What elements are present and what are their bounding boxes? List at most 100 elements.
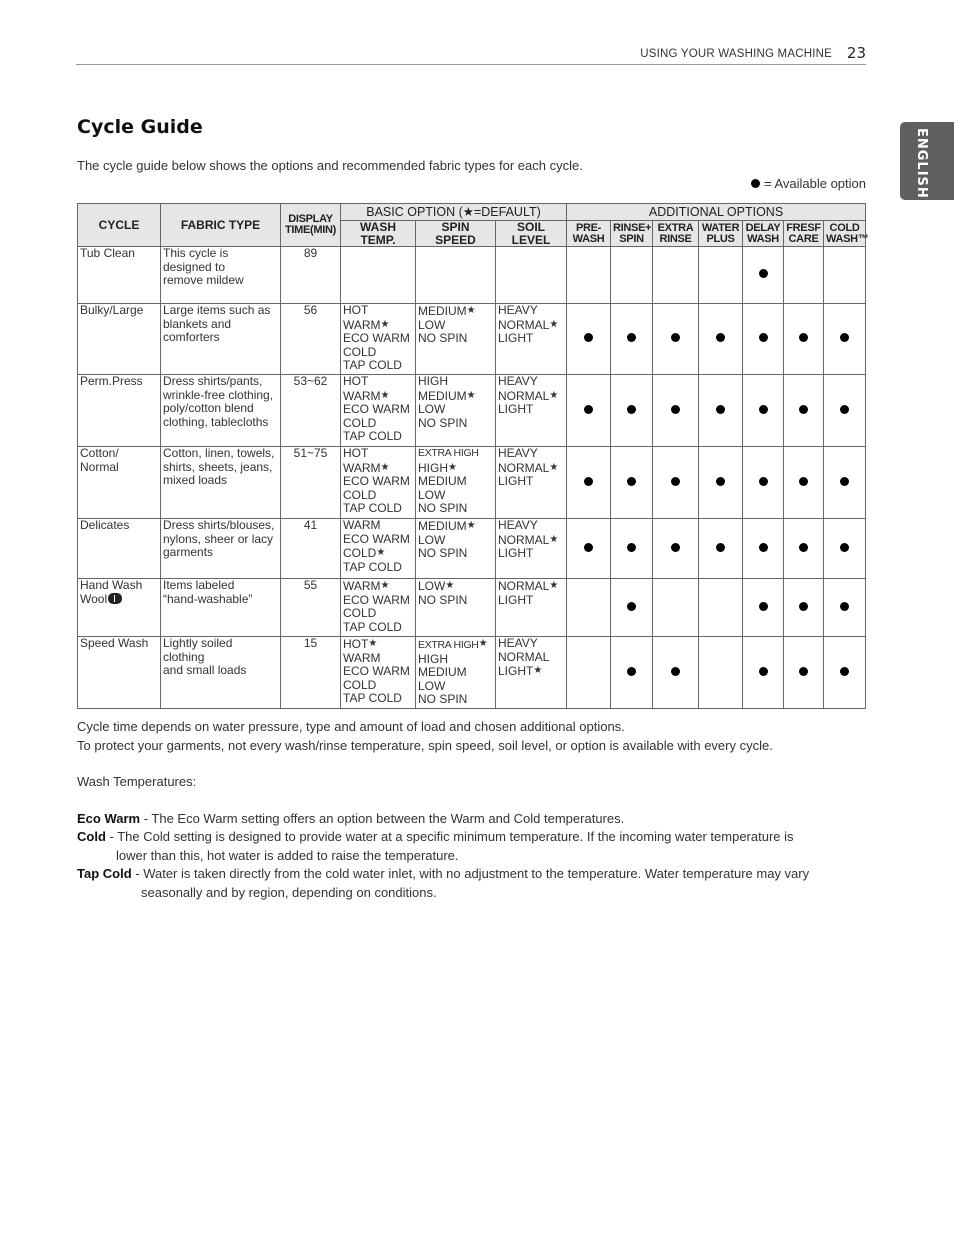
cell-cycle: Speed Wash — [77, 636, 161, 709]
option-value: NORMAL★ — [498, 533, 564, 548]
cell-fabric-type: Large items such as blankets and comforter… — [160, 303, 281, 375]
definition-tap-cold-cont: seasonally and by region, depending on c… — [141, 884, 437, 900]
cell-soil-level: HEAVY NORMAL★ LIGHT — [494, 303, 568, 375]
cell-additional-option — [823, 446, 867, 519]
header-additional-0: PRE- WASH — [566, 220, 612, 247]
cell-additional-option — [566, 374, 612, 447]
cell-spin-speed: EXTRA HIGH HIGH★ MEDIUM LOW NO SPIN — [415, 446, 496, 519]
available-option-dot-icon — [671, 542, 681, 552]
cell-additional-option — [610, 578, 654, 637]
term-cold: Cold — [77, 829, 106, 844]
header-line: LEVEL — [511, 232, 551, 247]
option-label: EXTRA HIGH — [418, 447, 479, 459]
definition-tap-cold-text: - Water is taken directly from the cold … — [131, 866, 810, 881]
option-value: COLD — [343, 606, 413, 621]
option-label: HEAVY — [498, 636, 538, 650]
option-value: HEAVY — [498, 303, 564, 318]
table-row: Delicates Dress shirts/blouses, nylons, sh… — [77, 518, 867, 579]
header-additional-options: ADDITIONAL OPTIONS — [566, 203, 867, 221]
option-label: MEDIUM — [418, 519, 467, 533]
available-option-dot-icon — [627, 666, 637, 676]
option-label: NORMAL — [498, 388, 550, 403]
option-value: HOT★ — [343, 637, 413, 652]
option-value: NORMAL — [498, 650, 564, 665]
cell-wash-temp: HOT WARM★ ECO WARM COLD TAP COLD — [340, 446, 416, 519]
option-label: ECO WARM — [343, 664, 410, 679]
fabric-line: nylons, sheer or lacy — [163, 531, 274, 546]
fabric-line: garments — [163, 545, 214, 560]
cell-additional-option — [610, 446, 654, 519]
cell-additional-option — [742, 636, 785, 709]
fabric-line: wrinkle-free clothing, — [163, 387, 274, 402]
option-value: NO SPIN — [418, 416, 493, 431]
option-value: HOT — [343, 446, 413, 461]
option-label: LOW — [418, 532, 446, 547]
option-value: NORMAL★ — [498, 318, 564, 333]
cell-additional-option — [823, 374, 867, 447]
cell-additional-option — [566, 636, 612, 709]
option-value: MEDIUM — [418, 665, 493, 680]
option-label: NO SPIN — [418, 331, 468, 346]
cycle-name-line: Normal — [80, 459, 119, 474]
cell-additional-option — [566, 578, 612, 637]
cell-display-time: 41 — [280, 518, 341, 579]
cell-cycle: Hand Wash Wool — [77, 578, 161, 637]
available-option-dot-icon — [758, 404, 768, 414]
available-option-dot-icon — [840, 333, 850, 343]
option-label: COLD — [343, 677, 377, 692]
option-value: ECO WARM — [343, 664, 413, 679]
cell-additional-option — [823, 246, 867, 304]
option-value: NORMAL★ — [498, 461, 564, 476]
table-row: Bulky/Large Large items such as blankets a… — [77, 303, 867, 375]
option-value: MEDIUM★ — [418, 389, 493, 404]
definition-eco-warm: Eco Warm - The Eco Warm setting offers a… — [77, 810, 867, 829]
cell-fabric-type: This cycle is designed to remove mildew — [160, 246, 281, 304]
option-value: LIGHT — [498, 331, 564, 346]
cell-additional-option — [652, 636, 700, 709]
cell-wash-temp: HOT WARM★ ECO WARM COLD TAP COLD — [340, 303, 416, 375]
option-value: COLD — [343, 345, 413, 360]
option-label: HIGH — [418, 651, 448, 666]
option-value: WARM★ — [343, 318, 413, 333]
definition-cold: Cold - The Cold setting is designed to p… — [77, 828, 867, 847]
option-value: EXTRA HIGH — [418, 447, 493, 461]
option-value: ECO WARM — [343, 402, 413, 417]
available-option-dot-icon — [840, 542, 850, 552]
default-star-icon: ★ — [549, 533, 559, 545]
cell-display-time: 55 — [280, 578, 341, 637]
option-label: LOW — [418, 402, 446, 417]
fabric-line: clothing, tablecloths — [163, 414, 269, 429]
option-value: HIGH★ — [418, 461, 493, 476]
cell-additional-option — [610, 246, 654, 304]
option-label: LOW — [418, 487, 446, 502]
table-row: Cotton/Normal Cotton, linen, towels, shirt… — [77, 446, 867, 519]
table-row: Hand Wash Wool Items labeled “hand-washable… — [77, 578, 867, 637]
option-value: HOT — [343, 303, 413, 318]
option-label: ECO WARM — [343, 331, 410, 346]
cell-additional-option — [742, 303, 785, 375]
note-garment-protection: To protect your garments, not every wash… — [77, 737, 773, 753]
option-value: HEAVY — [498, 636, 564, 651]
option-label: NO SPIN — [418, 692, 468, 707]
option-label: LIGHT — [498, 402, 534, 417]
option-value: TAP COLD — [343, 620, 413, 635]
fabric-line: Large items such as — [163, 303, 271, 317]
header-line: WASH — [572, 232, 605, 245]
default-star-icon: ★ — [368, 638, 378, 649]
option-value: MEDIUM★ — [418, 519, 493, 534]
available-option-dot-icon — [840, 476, 850, 486]
option-label: MEDIUM — [418, 304, 467, 318]
header-basic-1: SPIN SPEED — [415, 220, 496, 247]
term-eco-warm: Eco Warm — [77, 810, 141, 826]
cell-additional-option — [783, 303, 825, 375]
cell-additional-option — [698, 446, 744, 519]
default-star-icon: ★ — [445, 580, 455, 591]
option-label: COLD — [343, 415, 377, 430]
option-value: LIGHT — [498, 402, 564, 417]
option-value: HOT — [343, 374, 413, 389]
option-label: NO SPIN — [418, 592, 468, 607]
available-option-dot-icon — [758, 333, 768, 343]
option-value: NORMAL★ — [498, 389, 564, 404]
available-option-dot-icon — [716, 404, 726, 414]
option-label: ECO WARM — [343, 592, 410, 607]
